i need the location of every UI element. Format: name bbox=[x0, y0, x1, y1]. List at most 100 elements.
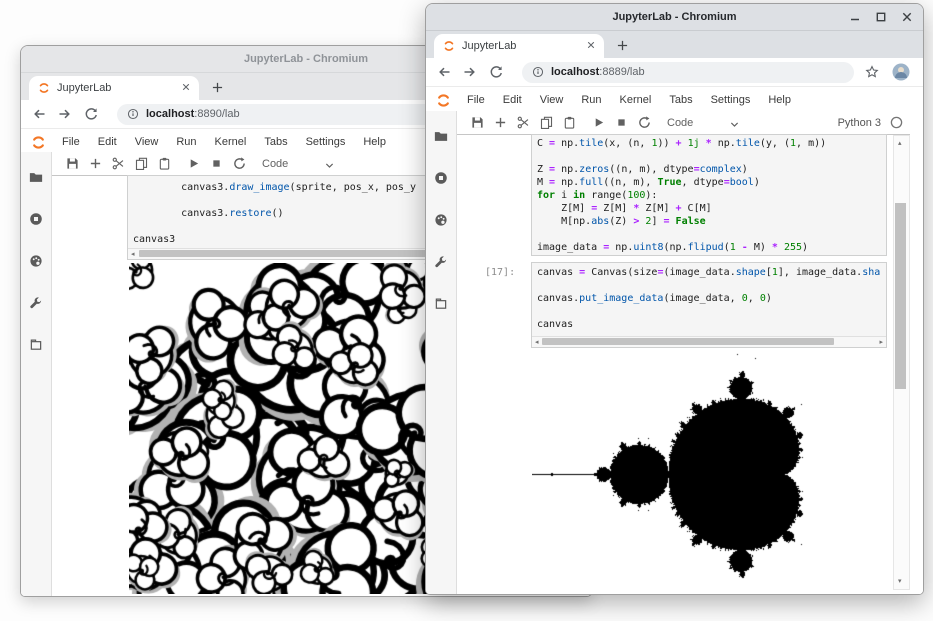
reload-icon[interactable] bbox=[83, 106, 99, 122]
restart-kernel-icon[interactable] bbox=[638, 116, 651, 129]
kernel-status-icon[interactable] bbox=[890, 116, 903, 129]
cell-type-dropdown[interactable]: Code bbox=[262, 158, 288, 170]
menu-view[interactable]: View bbox=[531, 94, 573, 106]
browser-toolbar: localhost:8889/lab bbox=[426, 58, 923, 87]
back-icon[interactable] bbox=[436, 64, 452, 80]
execution-prompt: [17]: bbox=[485, 267, 515, 278]
running-kernels-icon[interactable] bbox=[434, 171, 448, 185]
paste-icon[interactable] bbox=[158, 157, 171, 170]
site-info-icon[interactable] bbox=[532, 66, 544, 78]
window-title: JupyterLab - Chromium bbox=[244, 53, 368, 65]
cut-icon[interactable] bbox=[517, 116, 530, 129]
jupyterlab-menubar: File Edit View Run Kernel Tabs Settings … bbox=[426, 87, 923, 114]
menu-settings[interactable]: Settings bbox=[702, 94, 760, 106]
add-cell-icon[interactable] bbox=[494, 116, 507, 129]
tab-close-icon[interactable] bbox=[182, 82, 190, 94]
cell-editor[interactable]: canvas = Canvas(size=(image_data.shape[1… bbox=[532, 263, 886, 331]
chevron-down-icon[interactable] bbox=[324, 158, 335, 169]
menu-run[interactable]: Run bbox=[167, 136, 205, 148]
minimize-icon[interactable] bbox=[848, 11, 861, 24]
notebook-vscrollbar[interactable]: ▴ ▾ bbox=[893, 135, 910, 590]
url-host: localhost bbox=[551, 66, 599, 78]
menu-help[interactable]: Help bbox=[354, 136, 395, 148]
add-cell-icon[interactable] bbox=[89, 157, 102, 170]
browser-tab[interactable]: JupyterLab bbox=[434, 34, 604, 58]
running-kernels-icon[interactable] bbox=[29, 212, 43, 226]
menu-tabs[interactable]: Tabs bbox=[660, 94, 701, 106]
tab-title: JupyterLab bbox=[57, 82, 178, 94]
jupyter-favicon-icon bbox=[443, 40, 455, 52]
window-title: JupyterLab - Chromium bbox=[612, 11, 736, 23]
menu-help[interactable]: Help bbox=[759, 94, 800, 106]
profile-avatar[interactable] bbox=[892, 63, 910, 81]
scroll-right-icon[interactable]: ▸ bbox=[879, 338, 883, 347]
code-cell[interactable]: C = np.tile(x, (n, 1)) + 1j * np.tile(y,… bbox=[531, 134, 887, 256]
browser-window-front[interactable]: JupyterLab - Chromium JupyterLab bbox=[425, 3, 924, 595]
bookmark-star-icon[interactable] bbox=[864, 64, 880, 80]
hscroll-thumb[interactable] bbox=[542, 338, 834, 345]
menu-file[interactable]: File bbox=[458, 94, 494, 106]
forward-icon[interactable] bbox=[462, 64, 478, 80]
kernel-name[interactable]: Python 3 bbox=[838, 117, 881, 129]
save-icon[interactable] bbox=[471, 116, 484, 129]
jupyter-favicon-icon bbox=[38, 82, 50, 94]
browser-menu-icon[interactable] bbox=[922, 64, 924, 80]
tab-close-icon[interactable] bbox=[587, 40, 595, 52]
cell-hscrollbar[interactable]: ◂ ▸ bbox=[532, 336, 886, 347]
tab-strip: JupyterLab bbox=[426, 31, 923, 58]
scroll-up-icon[interactable]: ▴ bbox=[898, 139, 902, 148]
menu-file[interactable]: File bbox=[53, 136, 89, 148]
command-palette-icon[interactable] bbox=[434, 213, 448, 227]
menu-view[interactable]: View bbox=[126, 136, 168, 148]
jupyter-logo-icon bbox=[436, 93, 451, 108]
stop-kernel-icon[interactable] bbox=[210, 157, 223, 170]
url-path: :8890/lab bbox=[194, 108, 239, 120]
url-bar[interactable]: localhost:8889/lab bbox=[522, 62, 854, 83]
open-tabs-icon[interactable] bbox=[29, 338, 43, 352]
paste-icon[interactable] bbox=[563, 116, 576, 129]
browser-tab[interactable]: JupyterLab bbox=[29, 76, 199, 100]
save-icon[interactable] bbox=[66, 157, 79, 170]
stop-kernel-icon[interactable] bbox=[615, 116, 628, 129]
property-inspector-icon[interactable] bbox=[434, 255, 448, 269]
menu-settings[interactable]: Settings bbox=[297, 136, 355, 148]
copy-icon[interactable] bbox=[135, 157, 148, 170]
property-inspector-icon[interactable] bbox=[29, 296, 43, 310]
open-tabs-icon[interactable] bbox=[434, 297, 448, 311]
file-browser-icon[interactable] bbox=[29, 170, 43, 184]
copy-icon[interactable] bbox=[540, 116, 553, 129]
url-host: localhost bbox=[146, 108, 194, 120]
cell-editor[interactable]: C = np.tile(x, (n, 1)) + 1j * np.tile(y,… bbox=[532, 135, 886, 254]
vscroll-thumb[interactable] bbox=[895, 203, 906, 389]
file-browser-icon[interactable] bbox=[434, 129, 448, 143]
menu-edit[interactable]: Edit bbox=[89, 136, 126, 148]
chevron-down-icon[interactable] bbox=[729, 117, 740, 128]
url-path: :8889/lab bbox=[599, 66, 644, 78]
menu-edit[interactable]: Edit bbox=[494, 94, 531, 106]
new-tab-button[interactable] bbox=[207, 77, 227, 97]
maximize-icon[interactable] bbox=[874, 11, 887, 24]
new-tab-button[interactable] bbox=[612, 35, 632, 55]
back-icon[interactable] bbox=[31, 106, 47, 122]
reload-icon[interactable] bbox=[488, 64, 504, 80]
menu-kernel[interactable]: Kernel bbox=[611, 94, 661, 106]
site-info-icon[interactable] bbox=[127, 108, 139, 120]
run-cell-icon[interactable] bbox=[187, 157, 200, 170]
menu-kernel[interactable]: Kernel bbox=[206, 136, 256, 148]
close-icon[interactable] bbox=[900, 11, 913, 24]
scroll-left-icon[interactable]: ◂ bbox=[131, 250, 135, 259]
run-cell-icon[interactable] bbox=[592, 116, 605, 129]
command-palette-icon[interactable] bbox=[29, 254, 43, 268]
window-titlebar[interactable]: JupyterLab - Chromium bbox=[426, 4, 923, 31]
restart-kernel-icon[interactable] bbox=[233, 157, 246, 170]
scroll-down-icon[interactable]: ▾ bbox=[898, 577, 902, 586]
activity-sidebar bbox=[426, 111, 457, 594]
notebook-toolbar: Code Python 3 bbox=[457, 111, 910, 135]
menu-tabs[interactable]: Tabs bbox=[255, 136, 296, 148]
forward-icon[interactable] bbox=[57, 106, 73, 122]
menu-run[interactable]: Run bbox=[572, 94, 610, 106]
cut-icon[interactable] bbox=[112, 157, 125, 170]
code-cell[interactable]: canvas = Canvas(size=(image_data.shape[1… bbox=[531, 262, 887, 348]
scroll-left-icon[interactable]: ◂ bbox=[535, 338, 539, 347]
cell-type-dropdown[interactable]: Code bbox=[667, 117, 693, 129]
